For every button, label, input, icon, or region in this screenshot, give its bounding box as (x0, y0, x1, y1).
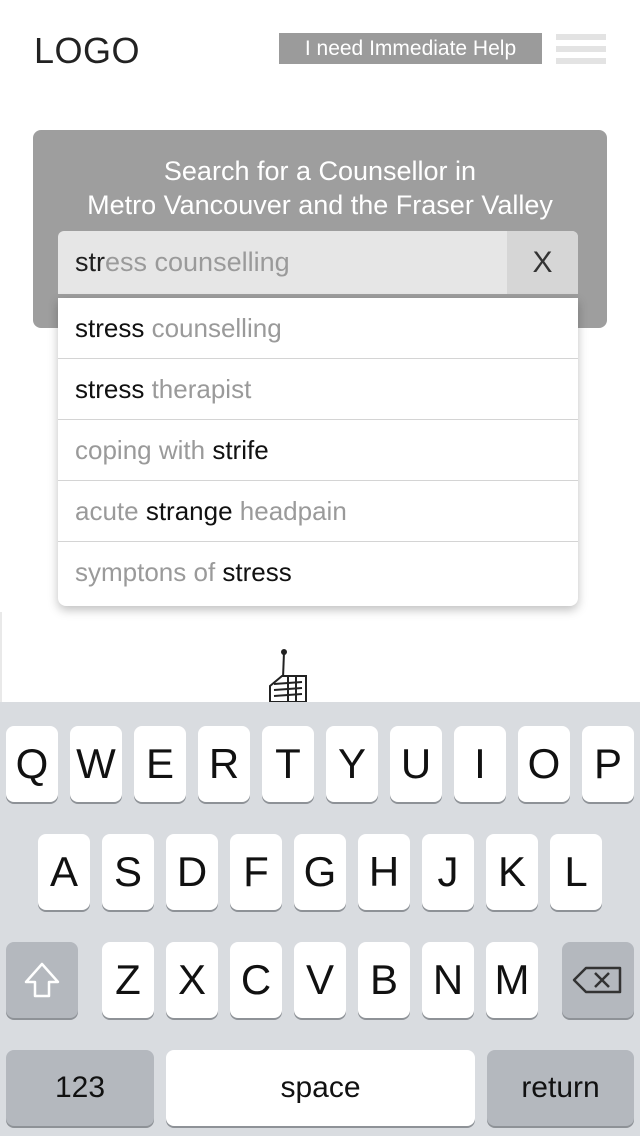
key-i-label: I (474, 740, 486, 787)
key-e-label: E (145, 740, 174, 787)
key-j-label: J (437, 848, 459, 895)
numbers-key-label: 123 (54, 1071, 106, 1104)
key-f-label: F (243, 848, 269, 895)
key-k[interactable]: K (486, 834, 538, 910)
key-t[interactable]: T (262, 726, 314, 802)
key-k-label: K (497, 848, 526, 895)
key-p[interactable]: P (582, 726, 634, 802)
key-r-label: R (208, 740, 240, 787)
header: LOGO I need Immediate Help (0, 0, 640, 100)
suggestion-match-text: stress (75, 374, 145, 404)
key-b-label: B (369, 956, 398, 1003)
key-e[interactable]: E (134, 726, 186, 802)
logo[interactable]: LOGO (34, 30, 140, 72)
suggestion-list: stress counselling stress therapist coping… (58, 298, 578, 606)
key-o-label: O (527, 740, 561, 787)
suggestion-text: counselling (144, 313, 282, 343)
delete-key[interactable] (562, 942, 634, 1018)
divider (0, 612, 2, 702)
suggestion-text: therapist (144, 374, 252, 404)
hamburger-menu-icon[interactable] (556, 34, 606, 64)
key-h[interactable]: H (358, 834, 410, 910)
key-s-label: S (113, 848, 142, 895)
key-m[interactable]: M (486, 942, 538, 1018)
key-q[interactable]: Q (6, 726, 58, 802)
search-input[interactable]: stress counselling X (58, 231, 578, 294)
key-v[interactable]: V (294, 942, 346, 1018)
numbers-key[interactable]: 123 (6, 1050, 154, 1126)
immediate-help-button[interactable]: I need Immediate Help (279, 33, 542, 64)
backspace-icon (572, 966, 622, 994)
suggestion-text: symptons of (75, 557, 223, 587)
search-title-line-2: Metro Vancouver and the Fraser Valley (87, 190, 553, 220)
key-w-label: W (76, 740, 116, 787)
search-input-text: stress counselling (75, 231, 290, 294)
suggestion-item[interactable]: stress counselling (58, 298, 578, 359)
key-u[interactable]: U (390, 726, 442, 802)
suggestion-item[interactable]: acute strange headpain (58, 481, 578, 542)
suggestion-match-text: strife (212, 435, 269, 465)
key-d-label: D (176, 848, 208, 895)
key-j[interactable]: J (422, 834, 474, 910)
search-title: Search for a Counsellor in Metro Vancouv… (33, 154, 607, 222)
key-c-label: C (240, 956, 272, 1003)
key-d[interactable]: D (166, 834, 218, 910)
key-l[interactable]: L (550, 834, 602, 910)
key-x-label: X (177, 956, 206, 1003)
typed-query: str (75, 247, 105, 277)
key-w[interactable]: W (70, 726, 122, 802)
suggestion-text: coping with (75, 435, 213, 465)
key-h-label: H (368, 848, 400, 895)
key-g[interactable]: G (294, 834, 346, 910)
key-o[interactable]: O (518, 726, 570, 802)
shift-icon (24, 962, 60, 998)
search-title-line-1: Search for a Counsellor in (163, 156, 477, 186)
suggestion-text: headpain (232, 496, 347, 526)
key-s[interactable]: S (102, 834, 154, 910)
key-n[interactable]: N (422, 942, 474, 1018)
suggestion-text: acute (75, 496, 146, 526)
clear-button[interactable]: X (507, 231, 578, 294)
illustration-fragment (269, 649, 307, 702)
key-r[interactable]: R (198, 726, 250, 802)
key-u-label: U (400, 740, 432, 787)
shift-key[interactable] (6, 942, 78, 1018)
key-a[interactable]: A (38, 834, 90, 910)
key-l-label: L (564, 848, 588, 895)
key-t-label: T (275, 740, 301, 787)
suggestion-match-text: stress (222, 557, 292, 587)
key-g-label: G (303, 848, 337, 895)
key-f[interactable]: F (230, 834, 282, 910)
suggestion-item[interactable]: symptons of stress (58, 542, 578, 603)
return-key-label: return (521, 1071, 600, 1104)
key-i[interactable]: I (454, 726, 506, 802)
key-c[interactable]: C (230, 942, 282, 1018)
key-y[interactable]: Y (326, 726, 378, 802)
key-m-label: M (494, 956, 530, 1003)
suggestion-match-text: stress (75, 313, 145, 343)
key-a-label: A (49, 848, 78, 895)
suggestion-item[interactable]: coping with strife (58, 420, 578, 481)
key-y-label: Y (337, 740, 366, 787)
key-q-label: Q (15, 740, 49, 787)
autocomplete-hint: ess counselling (105, 247, 290, 277)
space-key[interactable]: space (166, 1050, 475, 1126)
key-z[interactable]: Z (102, 942, 154, 1018)
key-b[interactable]: B (358, 942, 410, 1018)
key-p-label: P (593, 740, 622, 787)
key-n-label: N (432, 956, 464, 1003)
key-x[interactable]: X (166, 942, 218, 1018)
key-v-label: V (305, 956, 334, 1003)
suggestion-item[interactable]: stress therapist (58, 359, 578, 420)
keyboard: Q W E R T Y U I O P A S D F G H J K L Z X C V B N M 123 space return (0, 702, 640, 1136)
space-key-label: space (280, 1071, 361, 1104)
key-z-label: Z (115, 956, 141, 1003)
return-key[interactable]: return (487, 1050, 634, 1126)
suggestion-match-text: strange (145, 496, 233, 526)
